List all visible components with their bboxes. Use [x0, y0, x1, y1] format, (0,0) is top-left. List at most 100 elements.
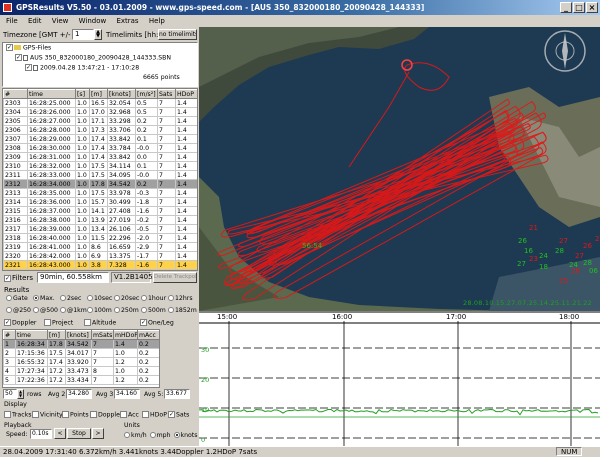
results-option[interactable]: 20sec — [114, 295, 141, 302]
menu-help[interactable]: Help — [145, 15, 169, 27]
points-row[interactable]: 2310 16:28:32.000 1.0 17.5 34.114 0.1 7 1.4 — [3, 161, 197, 171]
checkbox[interactable] — [32, 411, 39, 418]
results-col-header[interactable]: mSats — [91, 330, 114, 340]
radio-button[interactable] — [168, 295, 174, 301]
checkbox[interactable] — [62, 411, 69, 418]
results-option[interactable]: 100m — [87, 307, 114, 314]
points-row[interactable]: 2304 16:28:26.000 1.0 17.0 32.968 0.5 7 1.4 — [3, 107, 197, 117]
points-row[interactable]: 2313 16:28:35.000 1.0 17.5 33.978 -0.3 7 1.4 — [3, 188, 197, 198]
tree-file[interactable]: AUS 350_832000180_20090428_144333.SBN — [30, 55, 171, 62]
results-col-header[interactable]: [knots] — [65, 330, 92, 340]
points-col-header[interactable]: Sats — [157, 89, 176, 99]
results-check-option[interactable]: Project — [44, 319, 84, 327]
results-check-option[interactable]: ✓ Doppler — [4, 319, 44, 327]
delete-trackpoints-button[interactable]: Delete Trackpoint(s) — [153, 272, 197, 283]
results-row[interactable]: 5 17:22:36 17.2 33.434 7 1.2 0.2 — [3, 375, 159, 385]
checkbox[interactable]: ✓ — [168, 411, 175, 418]
results-check-option[interactable]: Altitude — [84, 319, 140, 327]
radio-button[interactable] — [60, 295, 66, 301]
points-row[interactable]: 2319 16:28:41.000 1.0 8.6 16.659 -2.9 7 1.4 — [3, 242, 197, 252]
units-option[interactable]: knots — [173, 432, 197, 439]
points-row[interactable]: 2306 16:28:28.000 1.0 17.3 33.706 0.2 7 1.4 — [3, 125, 197, 135]
rows-count-input[interactable]: 50 — [3, 389, 17, 399]
results-option[interactable]: Gate — [6, 295, 33, 302]
satellite-map[interactable]: 56:54 2127262727262523261624271828242806… — [199, 27, 600, 311]
radio-button[interactable] — [149, 432, 156, 438]
checkbox[interactable] — [4, 411, 11, 418]
results-option[interactable]: 500m — [141, 307, 168, 314]
points-row[interactable]: 2311 16:28:33.000 1.0 17.5 34.095 -0.0 7 1.4 — [3, 170, 197, 180]
points-row[interactable]: 2315 16:28:37.000 1.0 14.1 27.408 -1.6 7 1.4 — [3, 206, 197, 216]
radio-button[interactable] — [168, 307, 174, 313]
results-row[interactable]: 4 17:27:34 17.2 33.473 8 1.0 0.2 — [3, 366, 159, 376]
points-col-header[interactable]: [s] — [75, 89, 90, 99]
results-option[interactable]: 250m — [114, 307, 141, 314]
results-option[interactable]: @250 — [6, 307, 33, 314]
points-row[interactable]: 2314 16:28:36.000 1.0 15.7 30.499 -1.8 7 1.4 — [3, 197, 197, 207]
results-row[interactable]: 2 17:15:36 17.5 34.017 7 1.0 0.2 — [3, 348, 159, 358]
timezone-spinner[interactable]: ▲ ▼ — [94, 29, 102, 40]
radio-button[interactable] — [141, 295, 147, 301]
points-col-header[interactable]: [m] — [89, 89, 108, 99]
radio-button[interactable] — [173, 432, 180, 438]
menu-edit[interactable]: Edit — [24, 15, 46, 27]
results-option[interactable]: @500 — [33, 307, 60, 314]
points-row[interactable]: 2305 16:28:27.000 1.0 17.1 33.298 0.2 7 1.4 — [3, 116, 197, 126]
display-option[interactable]: Acc — [120, 411, 142, 419]
results-option[interactable]: 1hour — [141, 295, 168, 302]
units-option[interactable]: mph — [149, 432, 171, 439]
radio-button[interactable] — [33, 295, 39, 301]
points-col-header[interactable]: # — [3, 89, 28, 99]
minimize-button[interactable]: _ — [560, 2, 572, 13]
points-row[interactable]: 2303 16:28:25.000 1.0 16.5 32.054 0.5 7 1.4 — [3, 98, 197, 108]
results-option[interactable]: @1km — [60, 307, 87, 314]
points-row[interactable]: 2318 16:28:40.000 1.0 11.5 22.296 -2.0 7 1.4 — [3, 233, 197, 243]
checkbox[interactable]: ✓ — [4, 319, 11, 326]
display-option[interactable]: Vicinity — [32, 411, 63, 419]
maximize-button[interactable]: □ — [573, 2, 585, 13]
results-option[interactable]: 1852m — [168, 307, 197, 314]
checkbox[interactable]: ✓ — [140, 319, 147, 326]
results-col-header[interactable]: mAcc — [137, 330, 159, 340]
checkbox[interactable] — [120, 411, 127, 418]
radio-button[interactable] — [141, 307, 147, 313]
checkbox[interactable] — [84, 319, 91, 326]
timezone-input[interactable]: 1 — [72, 29, 94, 40]
results-col-header[interactable]: # — [3, 330, 16, 340]
results-col-header[interactable]: mHDoP — [113, 330, 138, 340]
points-row[interactable]: 2317 16:28:39.000 1.0 13.4 26.106 -0.5 7 1.4 — [3, 224, 197, 234]
file-checkbox[interactable]: ✓ — [15, 54, 22, 61]
stop-button[interactable]: Stop — [67, 428, 91, 439]
menu-extras[interactable]: Extras — [112, 15, 142, 27]
points-row[interactable]: 2316 16:28:38.000 1.0 13.9 27.019 -0.2 7 1.4 — [3, 215, 197, 225]
play-back-button[interactable]: < — [54, 428, 66, 439]
points-col-header[interactable]: [m/s²] — [135, 89, 158, 99]
display-option[interactable]: HDoP — [142, 411, 168, 419]
points-row[interactable]: 2308 16:28:30.000 1.0 17.4 33.784 -0.0 7 1.4 — [3, 143, 197, 153]
radio-button[interactable] — [114, 307, 120, 313]
radio-button[interactable] — [6, 307, 12, 313]
menu-file[interactable]: File — [2, 15, 22, 27]
radio-button[interactable] — [60, 307, 66, 313]
session-checkbox[interactable]: ✓ — [25, 64, 32, 71]
points-row[interactable]: 2320 16:28:42.000 1.0 6.9 13.375 -1.7 7 1.4 — [3, 251, 197, 261]
radio-button[interactable] — [6, 295, 12, 301]
results-row[interactable]: 1 16:28:34 17.8 34.542 7 1.4 0.2 — [3, 339, 159, 349]
points-row[interactable]: 2312 16:28:34.000 1.0 17.8 34.542 0.2 7 1.4 — [3, 179, 197, 189]
menu-view[interactable]: View — [48, 15, 73, 27]
points-row[interactable]: 2309 16:28:31.000 1.0 17.4 33.842 0.0 7 1.4 — [3, 152, 197, 162]
no-timelimits-button[interactable]: no timelimits — [158, 29, 197, 40]
points-row[interactable]: 2321 16:28:43.000 1.0 3.8 7.328 -1.6 7 1.4 — [3, 260, 197, 270]
display-option[interactable]: Points — [62, 411, 90, 419]
radio-button[interactable] — [114, 295, 120, 301]
points-col-header[interactable]: HDoP — [175, 89, 197, 99]
results-option[interactable]: Max. — [33, 295, 60, 302]
tree-root[interactable]: GPS-Files — [23, 45, 51, 52]
play-forward-button[interactable]: > — [92, 428, 104, 439]
checkbox[interactable] — [142, 411, 149, 418]
points-row[interactable]: 2307 16:28:29.000 1.0 17.4 33.842 0.1 7 1.4 — [3, 134, 197, 144]
display-option[interactable]: Tracks — [4, 411, 32, 419]
points-col-header[interactable]: [knots] — [107, 89, 136, 99]
filters-checkbox[interactable]: ✓ — [4, 274, 11, 282]
results-col-header[interactable]: time — [15, 330, 48, 340]
